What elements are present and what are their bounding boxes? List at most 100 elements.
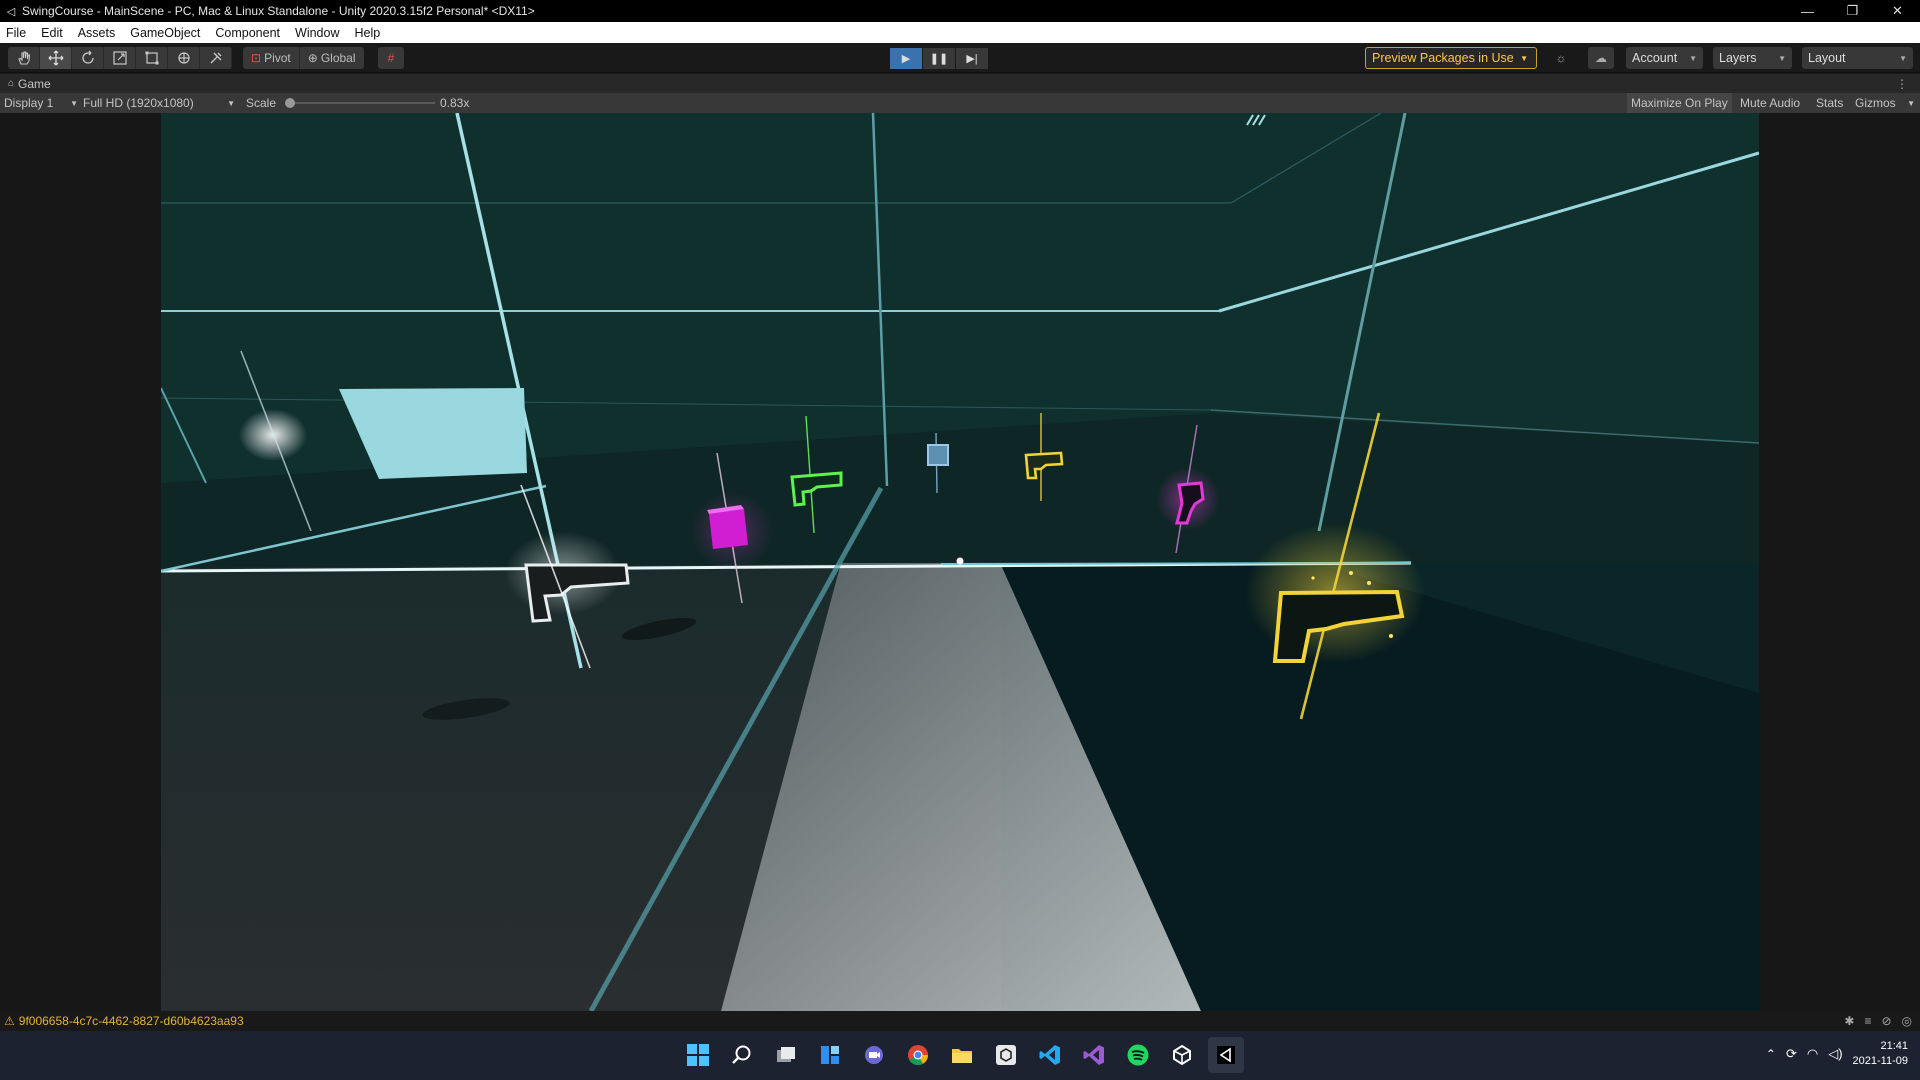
transform-tool-icon[interactable] (168, 47, 200, 69)
display-dropdown[interactable]: Display 1 ▼ (4, 93, 78, 113)
menu-edit[interactable]: Edit (41, 26, 63, 40)
unity-icon[interactable] (1164, 1037, 1200, 1073)
menu-bar: File Edit Assets GameObject Component Wi… (0, 22, 1920, 43)
restore-button[interactable]: ❐ (1830, 0, 1875, 22)
taskbar-apps (680, 1037, 1244, 1073)
scale-value: 0.83x (440, 96, 470, 110)
status-icons: ✱ ≡ ⊘ ◎ (1844, 1014, 1912, 1028)
custom-tool-icon[interactable] (200, 47, 232, 69)
visual-studio-icon[interactable] (1076, 1037, 1112, 1073)
game-tab-bar: ⌂ Game ⋮ (0, 74, 1920, 93)
chrome-icon[interactable] (900, 1037, 936, 1073)
stats-toggle[interactable]: Stats (1816, 93, 1843, 113)
title-bar: ◁ SwingCourse - MainScene - PC, Mac & Li… (0, 0, 1920, 22)
layout-dropdown[interactable]: Layout ▼ (1802, 47, 1913, 69)
grid-snap-button[interactable]: # (378, 47, 404, 69)
check-circle-icon[interactable]: ◎ (1902, 1014, 1912, 1028)
mute-audio-toggle[interactable]: Mute Audio (1740, 93, 1800, 113)
pivot-icon: ⊡ (251, 51, 262, 65)
menu-window[interactable]: Window (295, 26, 339, 40)
menu-gameobject[interactable]: GameObject (130, 26, 200, 40)
step-button[interactable]: ▶| (956, 48, 988, 69)
sun-icon: ☼ (1555, 51, 1567, 65)
scale-slider-track[interactable] (290, 102, 435, 104)
account-dropdown[interactable]: Account ▼ (1626, 47, 1703, 69)
clock[interactable]: 21:41 2021-11-09 (1853, 1039, 1908, 1069)
global-label: Global (320, 51, 356, 65)
chat-icon[interactable] (856, 1037, 892, 1073)
system-tray: ⌃ ⟳ ◠ ◁) 21:41 2021-11-09 (1766, 1039, 1908, 1069)
transform-tools (8, 47, 232, 69)
game-scene (161, 113, 1759, 1011)
layers-label: Layers (1719, 51, 1757, 65)
menu-file[interactable]: File (6, 26, 26, 40)
main-toolbar: ⊡ Pivot ⊕ Global # ▶ ❚❚ ▶| Preview Packa… (0, 43, 1920, 73)
menu-help[interactable]: Help (354, 26, 380, 40)
cloud-icon: ☁ (1595, 51, 1607, 65)
game-viewport[interactable] (161, 113, 1759, 1011)
widgets-icon[interactable] (812, 1037, 848, 1073)
vscode-icon[interactable] (1032, 1037, 1068, 1073)
bug-icon[interactable]: ✱ (1844, 1014, 1854, 1028)
scale-slider-knob[interactable] (285, 98, 295, 108)
chevron-down-icon: ▼ (1778, 53, 1786, 63)
sync-icon[interactable]: ⟳ (1786, 1046, 1797, 1062)
account-label: Account (1632, 51, 1678, 65)
play-button[interactable]: ▶ (890, 48, 922, 69)
handle-toggles: ⊡ Pivot ⊕ Global (243, 47, 364, 69)
search-icon[interactable] (724, 1037, 760, 1073)
rotate-tool-icon[interactable] (72, 47, 104, 69)
layers-dropdown[interactable]: Layers ▼ (1713, 47, 1792, 69)
minimize-button[interactable]: — (1785, 0, 1830, 22)
chevron-up-icon[interactable]: ⌃ (1766, 1047, 1776, 1061)
chevron-down-icon: ▼ (1520, 53, 1528, 63)
gizmos-label: Gizmos (1855, 96, 1896, 110)
chevron-down-icon: ▼ (227, 98, 235, 108)
cloud-button[interactable]: ☁ (1588, 47, 1614, 69)
os-taskbar: ⌃ ⟳ ◠ ◁) 21:41 2021-11-09 (0, 1031, 1920, 1080)
wifi-icon[interactable]: ◠ (1807, 1046, 1818, 1062)
clock-date: 2021-11-09 (1852, 1055, 1908, 1067)
progress-icon[interactable]: ⊘ (1881, 1014, 1891, 1028)
pivot-label: Pivot (264, 51, 291, 65)
menu-assets[interactable]: Assets (78, 26, 116, 40)
pivot-toggle[interactable]: ⊡ Pivot (243, 47, 300, 69)
step-icon: ▶| (966, 53, 978, 65)
chevron-down-icon: ▼ (1907, 98, 1915, 108)
chevron-down-icon: ▼ (70, 98, 78, 108)
move-tool-icon[interactable] (40, 47, 72, 69)
window-controls: — ❐ ✕ (1785, 0, 1920, 22)
unity-editor-icon[interactable] (1208, 1037, 1244, 1073)
more-options-icon[interactable]: ⋮ (1896, 77, 1908, 91)
global-toggle[interactable]: ⊕ Global (300, 47, 364, 69)
pause-button[interactable]: ❚❚ (923, 48, 955, 69)
resolution-dropdown[interactable]: Full HD (1920x1080) ▼ (83, 93, 235, 113)
window-title: SwingCourse - MainScene - PC, Mac & Linu… (22, 4, 535, 18)
unity-hub-icon[interactable] (988, 1037, 1024, 1073)
collab-button[interactable]: ☼ (1548, 47, 1574, 69)
start-icon[interactable] (680, 1037, 716, 1073)
tab-game[interactable]: Game (18, 77, 51, 91)
stack-icon[interactable]: ≡ (1864, 1014, 1871, 1028)
spotify-icon[interactable] (1120, 1037, 1156, 1073)
menu-component[interactable]: Component (215, 26, 280, 40)
game-view-toolbar: Display 1 ▼ Full HD (1920x1080) ▼ Scale … (0, 93, 1920, 113)
globe-icon: ⊕ (307, 51, 318, 65)
warning-icon: ⚠ (4, 1014, 15, 1028)
console-status-bar[interactable]: ⚠ 9f006658-4c7c-4462-8827-d60b4623aa93 ✱… (0, 1011, 1920, 1031)
scale-label: Scale (246, 96, 277, 110)
volume-icon[interactable]: ◁) (1828, 1046, 1842, 1062)
scale-tool-icon[interactable] (104, 47, 136, 69)
gizmos-dropdown[interactable]: Gizmos ▼ (1855, 93, 1915, 113)
hand-tool-icon[interactable] (8, 47, 40, 69)
status-message: 9f006658-4c7c-4462-8827-d60b4623aa93 (18, 1014, 244, 1028)
close-button[interactable]: ✕ (1875, 0, 1920, 22)
preview-packages-dropdown[interactable]: Preview Packages in Use ▼ (1365, 47, 1537, 69)
task-view-icon[interactable] (768, 1037, 804, 1073)
preview-packages-label: Preview Packages in Use (1372, 51, 1514, 65)
rect-tool-icon[interactable] (136, 47, 168, 69)
grid-snap-icon: # (387, 51, 395, 65)
file-explorer-icon[interactable] (944, 1037, 980, 1073)
unity-logo-icon: ◁ (6, 5, 16, 18)
maximize-on-play-toggle[interactable]: Maximize On Play (1627, 93, 1732, 113)
